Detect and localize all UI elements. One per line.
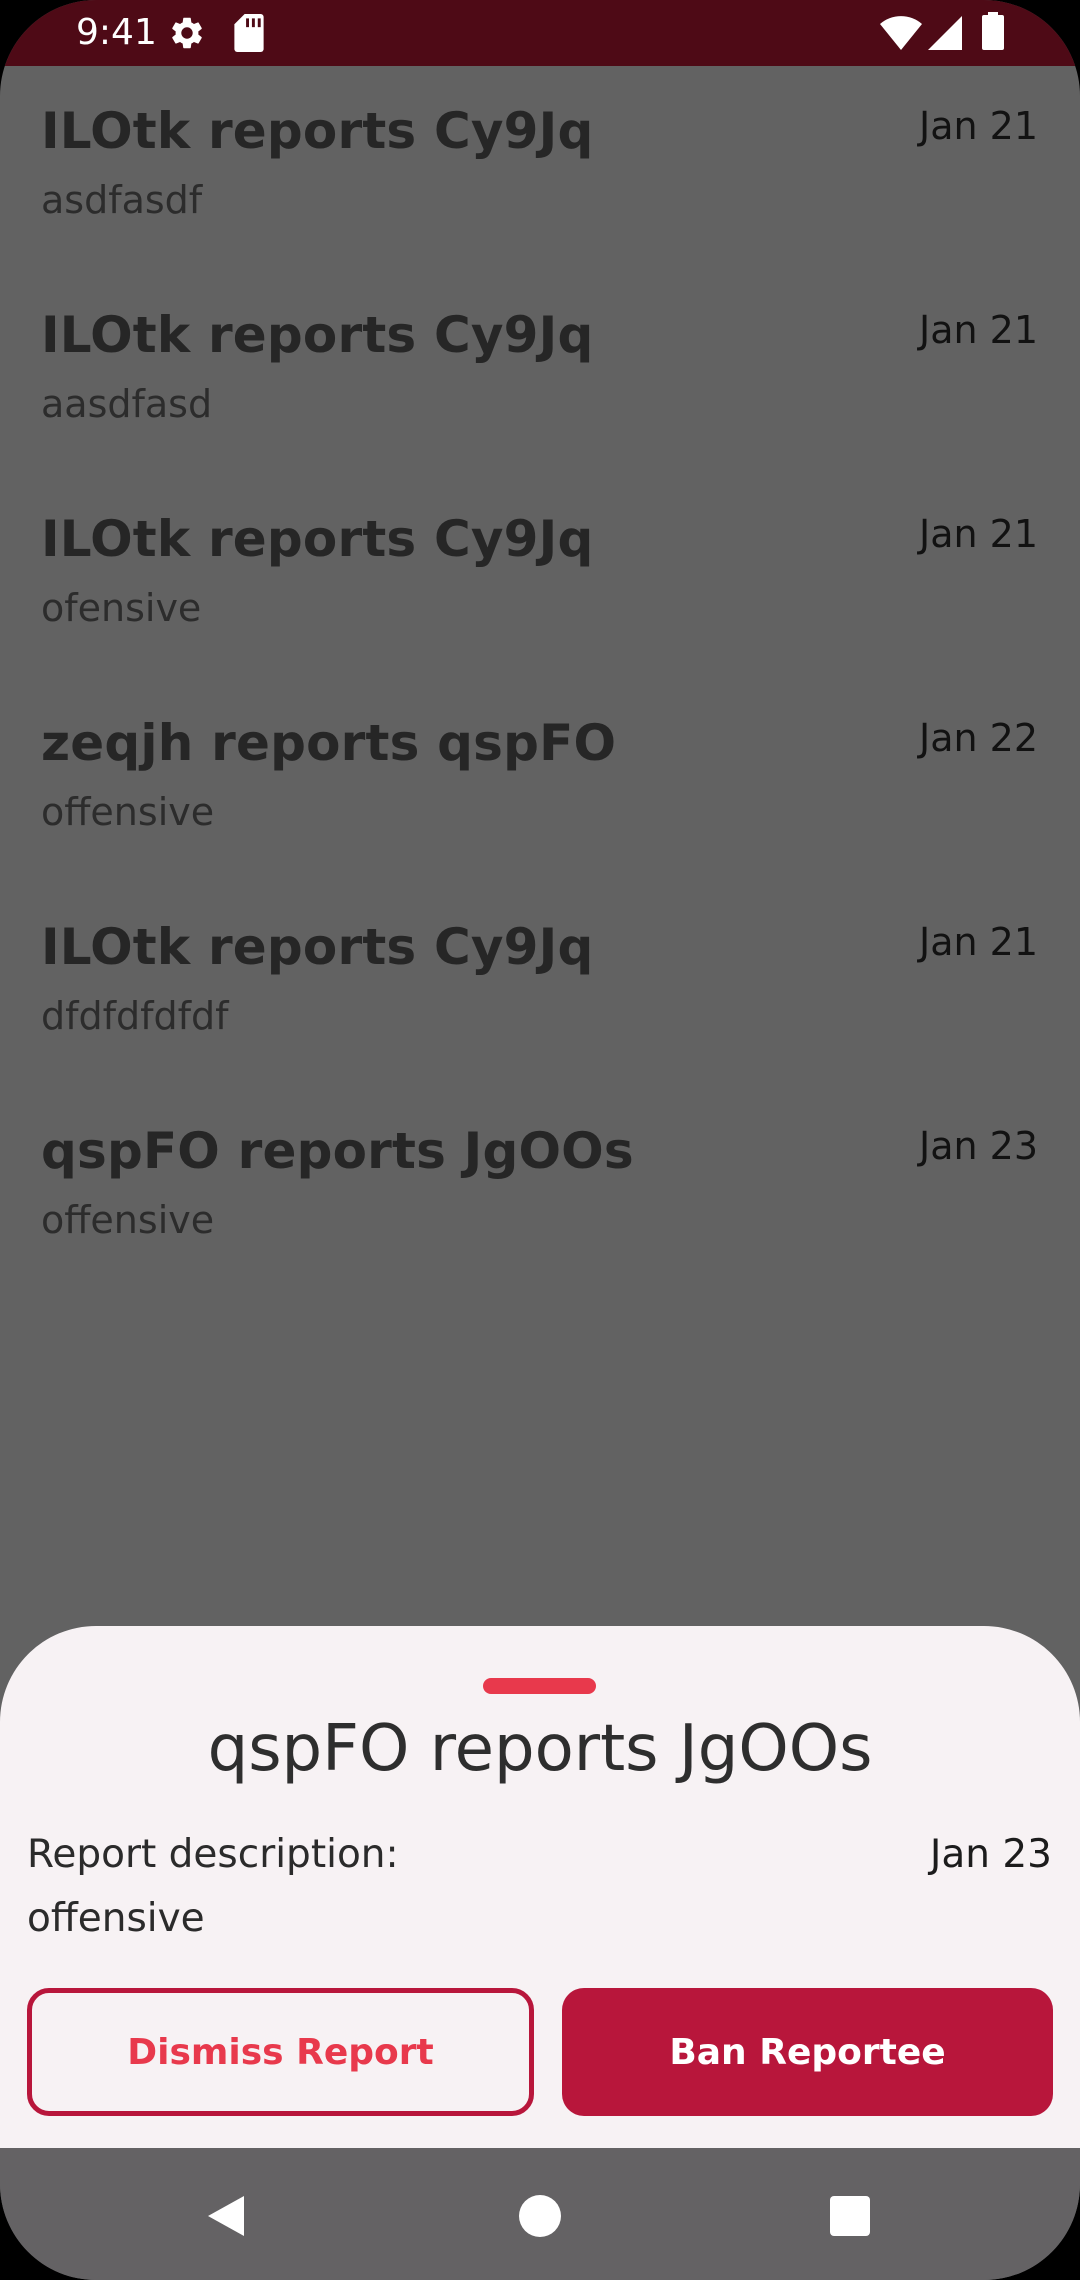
report-item[interactable]: qspFO reports JgOOs Jan 23 offensive [0,1086,1080,1290]
report-item[interactable]: ILOtk reports Cy9Jq Jan 21 dfdfdfdfdf [0,882,1080,1086]
report-date: Jan 22 [918,716,1038,760]
recents-icon[interactable] [820,2186,880,2246]
home-icon[interactable] [510,2186,570,2246]
back-icon[interactable] [196,2186,256,2246]
report-title: ILOtk reports Cy9Jq [41,306,594,364]
report-description: dfdfdfdfdf [41,994,229,1038]
wifi-icon [880,16,922,54]
report-item[interactable]: ILOtk reports Cy9Jq Jan 21 asdfasdf [0,66,1080,270]
report-description: ofensive [41,586,202,630]
report-title: ILOtk reports Cy9Jq [41,102,594,160]
sd-card-icon [234,14,264,56]
gear-icon [168,14,206,56]
report-description: aasdfasd [41,382,213,426]
report-date: Jan 23 [918,1124,1038,1168]
report-title: qspFO reports JgOOs [41,1122,634,1180]
report-list: ILOtk reports Cy9Jq Jan 21 asdfasdf ILOt… [0,66,1080,1290]
sheet-description: offensive [27,1896,205,1941]
report-date: Jan 21 [918,104,1038,148]
report-title: zeqjh reports qspFO [41,714,617,772]
report-description: asdfasdf [41,178,203,222]
sheet-title: qspFO reports JgOOs [207,1712,873,1786]
status-time: 9:41 [76,12,157,53]
report-date: Jan 21 [918,512,1038,556]
dismiss-report-button[interactable]: Dismiss Report [27,1988,534,2116]
report-item[interactable]: ILOtk reports Cy9Jq Jan 21 ofensive [0,474,1080,678]
report-title: ILOtk reports Cy9Jq [41,918,594,976]
report-bottom-sheet: qspFO reports JgOOs Report description: … [0,1626,1080,2148]
report-item[interactable]: zeqjh reports qspFO Jan 22 offensive [0,678,1080,882]
report-description: offensive [41,790,215,834]
report-title: ILOtk reports Cy9Jq [41,510,594,568]
drag-handle[interactable] [483,1678,596,1694]
report-item[interactable]: ILOtk reports Cy9Jq Jan 21 aasdfasd [0,270,1080,474]
navigation-bar [0,2148,1080,2280]
battery-icon [982,12,1004,54]
description-label: Report description: [27,1832,399,1877]
report-description: offensive [41,1198,215,1242]
cell-signal-icon [928,16,962,54]
report-date: Jan 21 [918,308,1038,352]
sheet-date: Jan 23 [929,1832,1052,1877]
status-bar: 9:41 [0,0,1080,66]
screen: 9:41 ILOtk reports Cy9Jq Jan 21 asdfasdf… [0,0,1080,2280]
ban-reportee-button[interactable]: Ban Reportee [562,1988,1053,2116]
report-date: Jan 21 [918,920,1038,964]
